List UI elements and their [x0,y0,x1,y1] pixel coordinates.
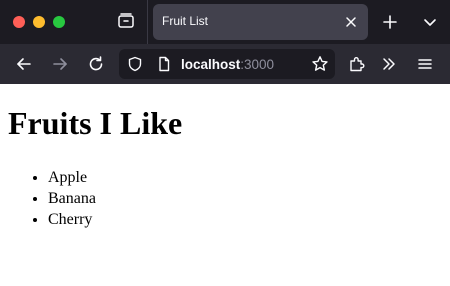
tab-fruit-list[interactable]: Fruit List [153,4,368,40]
extensions-icon [350,57,365,72]
more-tools-button[interactable] [378,53,400,75]
bookmark-star-icon [312,56,328,71]
close-icon [346,17,356,27]
extensions-button[interactable] [346,53,368,75]
application-menu-button[interactable] [414,53,436,75]
page-title: Fruits I Like [8,105,183,141]
url-port: :3000 [240,57,275,72]
address-bar[interactable]: localhost:3000 [119,49,335,79]
url-host: localhost [181,57,241,72]
shield-icon [128,56,142,72]
list-all-tabs-button[interactable] [420,12,440,32]
plus-icon [383,15,397,29]
navigation-toolbar: localhost:3000 [0,44,450,84]
forward-icon [53,58,67,70]
list-item: Apple [48,167,96,188]
bookmark-button[interactable] [311,55,329,73]
menu-icon [418,59,432,69]
window-minimize-button[interactable] [33,16,45,28]
forward-button[interactable] [49,53,71,75]
tab-close-button[interactable] [342,13,360,31]
tab-title: Fruit List [162,14,209,28]
page-content: Fruits I Like Apple Banana Cherry [0,84,450,286]
reload-button[interactable] [85,53,107,75]
window-zoom-button[interactable] [53,16,65,28]
new-tab-button[interactable] [380,12,400,32]
back-icon [17,58,31,70]
fruit-list: Apple Banana Cherry [48,167,96,230]
tab-strip: Fruit List [0,0,450,44]
list-item: Banana [48,188,96,209]
more-tools-icon [383,58,395,70]
reload-icon [89,56,103,71]
url-text[interactable]: localhost:3000 [181,57,274,72]
chevron-down-icon [424,19,436,26]
firefox-view-button[interactable] [115,10,137,32]
window-close-button[interactable] [13,16,25,28]
tab-separator [147,0,148,44]
firefox-view-icon [118,13,134,28]
back-button[interactable] [13,53,35,75]
tracking-protection-button[interactable] [127,56,143,72]
site-info-button[interactable] [156,56,172,72]
page-icon [159,56,170,72]
list-item: Cherry [48,209,96,230]
